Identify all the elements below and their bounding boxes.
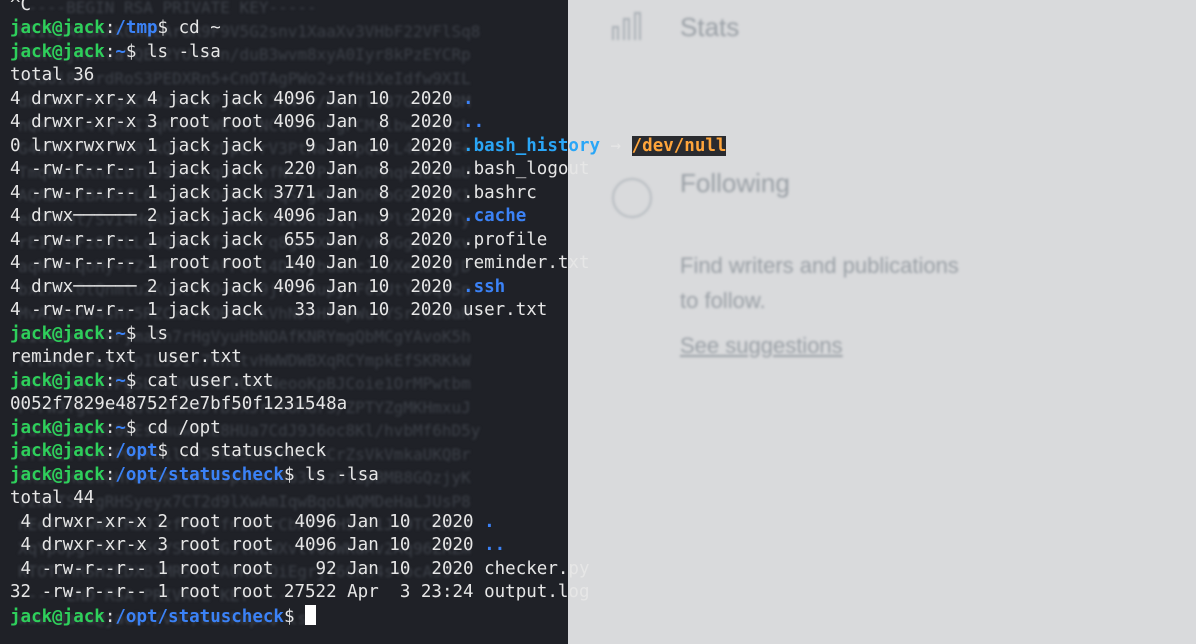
directory-name: .ssh — [463, 276, 506, 297]
directory-name: .cache — [463, 206, 527, 226]
terminal-text: 4 drwx────── 2 jack jack 4096 Jan 10 202… — [10, 276, 464, 297]
terminal-text: 4 -rw-r--r-- 1 jack jack 3771 Jan 8 2020… — [10, 182, 537, 203]
terminal-text: 4 drwxr-xr-x 3 root root 4096 Jan 8 2020 — [10, 112, 464, 132]
terminal-text: $ — [283, 606, 306, 627]
prompt-user: jack@jack — [10, 323, 105, 344]
terminal-text: $ cd ~ — [157, 18, 221, 38]
terminal-line: jack@jack:~$ cd /opt — [10, 417, 221, 441]
terminal-text: → — [600, 135, 632, 156]
symlink-target: /dev/null — [631, 135, 727, 156]
prompt-user: jack@jack — [10, 370, 105, 391]
directory-name: .. — [484, 535, 506, 555]
terminal-text: total 44 — [10, 488, 95, 508]
terminal-line: 32 -rw-r--r-- 1 root root 27522 Apr 3 23… — [10, 581, 589, 605]
directory-name: .. — [463, 112, 485, 132]
terminal-text: total 36 — [10, 65, 95, 85]
terminal-line: 4 -rw-r--r-- 1 jack jack 3771 Jan 8 2020… — [10, 182, 537, 206]
terminal-line: jack@jack:~$ ls — [10, 323, 168, 347]
terminal-line: 0052f7829e48752f2e7bf50f1231548a — [10, 393, 347, 417]
symlink-name: .bash_history — [463, 135, 601, 156]
terminal-text: 0 lrwxrwxrwx 1 jack jack 9 Jan 10 2020 — [10, 135, 464, 156]
terminal-text: : — [104, 323, 116, 344]
prompt-user: jack@jack — [10, 441, 105, 461]
terminal-text: $ ls -lsa — [125, 41, 221, 62]
terminal-line: 0 lrwxrwxrwx 1 jack jack 9 Jan 10 2020 .… — [10, 135, 727, 159]
prompt-user: jack@jack — [10, 41, 105, 62]
directory-name: . — [463, 88, 474, 109]
prompt-path: /tmp — [115, 18, 158, 38]
prompt-path: ~ — [115, 417, 126, 438]
prompt-user: jack@jack — [10, 417, 105, 438]
terminal-top-fragment: ^C — [10, 0, 32, 15]
terminal-line: total 36 — [10, 64, 94, 88]
prompt-path: /opt/statuscheck — [115, 606, 284, 627]
terminal-text: : — [104, 464, 116, 485]
prompt-user: jack@jack — [10, 18, 105, 38]
terminal-line: reminder.txt user.txt — [10, 346, 242, 370]
terminal-line: 4 drwxr-xr-x 3 root root 4096 Jan 10 202… — [10, 534, 506, 558]
prompt-path: /opt/statuscheck — [115, 464, 284, 485]
terminal-text: $ cd statuscheck — [157, 441, 327, 461]
terminal-text: 32 -rw-r--r-- 1 root root 27522 Apr 3 23… — [10, 582, 590, 602]
terminal-text: 4 -rw-r--r-- 1 root root 92 Jan 10 2020 … — [10, 558, 590, 579]
terminal-text: 4 -rw-rw-r-- 1 jack jack 33 Jan 10 2020 … — [10, 300, 548, 320]
terminal-line: jack@jack:/opt/statuscheck$ — [10, 604, 317, 630]
terminal-text: 0052f7829e48752f2e7bf50f1231548a — [10, 394, 348, 414]
terminal-text: 4 drwxr-xr-x 4 jack jack 4096 Jan 10 202… — [10, 88, 464, 109]
terminal-text: 4 -rw-r--r-- 1 root root 140 Jan 10 2020… — [10, 253, 590, 273]
terminal-text: 4 -rw-r--r-- 1 jack jack 220 Jan 8 2020 … — [10, 159, 590, 179]
terminal-line: jack@jack:/tmp$ cd ~ — [10, 17, 221, 41]
terminal-line: 4 drwx────── 2 jack jack 4096 Jan 9 2020… — [10, 205, 526, 229]
terminal-text: 4 -rw-r--r-- 1 jack jack 655 Jan 8 2020 … — [10, 229, 548, 250]
terminal-text: : — [104, 370, 116, 391]
terminal-window[interactable]: -----BEGIN RSA PRIVATE KEY----- MIIEpAIBA… — [0, 0, 1196, 644]
terminal-text: $ cd /opt — [125, 417, 221, 438]
prompt-path: ~ — [115, 370, 126, 391]
terminal-line: 4 -rw-r--r-- 1 jack jack 220 Jan 8 2020 … — [10, 158, 589, 182]
terminal-cursor — [305, 604, 317, 625]
terminal-line: 4 drwx────── 2 jack jack 4096 Jan 10 202… — [10, 276, 505, 300]
terminal-text: : — [104, 41, 116, 62]
terminal-text: 4 drwxr-xr-x 3 root root 4096 Jan 10 202… — [10, 535, 485, 555]
terminal-text: : — [104, 417, 116, 438]
terminal-line: 4 -rw-r--r-- 1 root root 140 Jan 10 2020… — [10, 252, 589, 276]
terminal-line: jack@jack:~$ cat user.txt — [10, 370, 273, 394]
terminal-line: 4 drwxr-xr-x 3 root root 4096 Jan 8 2020… — [10, 111, 484, 135]
prompt-path: ~ — [115, 323, 126, 344]
terminal-line: 4 drwxr-xr-x 4 jack jack 4096 Jan 10 202… — [10, 88, 474, 112]
terminal-text: : — [104, 18, 116, 38]
terminal-text: reminder.txt user.txt — [10, 347, 242, 367]
terminal-text: $ ls — [125, 323, 169, 344]
prompt-user: jack@jack — [10, 606, 105, 627]
prompt-user: jack@jack — [10, 464, 105, 485]
terminal-line: 4 -rw-r--r-- 1 root root 92 Jan 10 2020 … — [10, 558, 590, 582]
terminal-line: total 44 — [10, 487, 94, 511]
terminal-line: 4 -rw-rw-r-- 1 jack jack 33 Jan 10 2020 … — [10, 299, 547, 323]
terminal-text: : — [104, 441, 116, 461]
terminal-text: : — [104, 606, 116, 627]
terminal-line: 4 drwxr-xr-x 2 root root 4096 Jan 10 202… — [10, 511, 495, 535]
terminal-text: $ cat user.txt — [125, 370, 274, 391]
prompt-path: ~ — [115, 41, 126, 62]
terminal-line: jack@jack:/opt$ cd statuscheck — [10, 440, 326, 464]
terminal-text: 4 drwx────── 2 jack jack 4096 Jan 9 2020 — [10, 206, 464, 226]
terminal-line: jack@jack:~$ ls -lsa — [10, 41, 221, 65]
terminal-text: 4 drwxr-xr-x 2 root root 4096 Jan 10 202… — [10, 511, 485, 532]
directory-name: . — [484, 511, 495, 532]
prompt-path: /opt — [115, 441, 158, 461]
terminal-text: $ ls -lsa — [283, 464, 379, 485]
terminal-line: 4 -rw-r--r-- 1 jack jack 655 Jan 8 2020 … — [10, 229, 547, 253]
terminal-line: jack@jack:/opt/statuscheck$ ls -lsa — [10, 464, 379, 488]
